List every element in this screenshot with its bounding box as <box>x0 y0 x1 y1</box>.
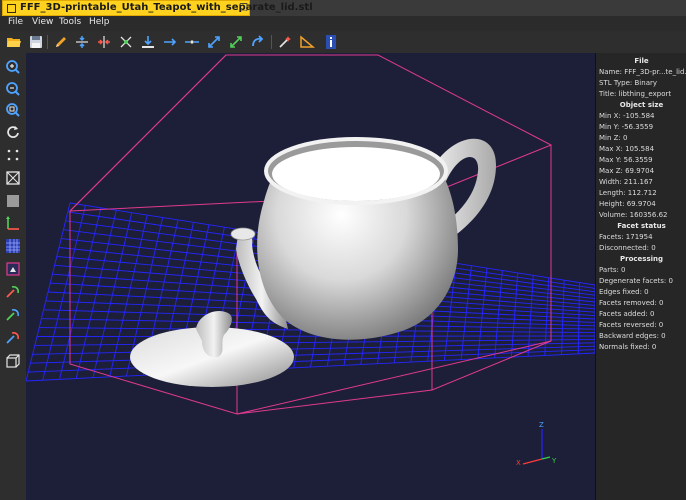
degenerate-facets: Degenerate facets: 0 <box>599 277 673 285</box>
title-bar: FFF_3D-printable_Utah_Teapot_with_separa… <box>0 0 686 16</box>
toolbar-separator <box>47 35 48 49</box>
facets-added: Facets added: 0 <box>599 310 655 318</box>
rotate-z-icon[interactable] <box>4 329 22 347</box>
menu-tools[interactable]: Tools <box>59 17 81 27</box>
wireframe-view-icon[interactable] <box>4 169 22 187</box>
axis-x-label: X <box>516 459 521 467</box>
teapot-opening <box>272 147 440 201</box>
window-app-icon <box>7 4 16 13</box>
file-name: Name: FFF_3D-pr...te_lid.stl <box>599 68 686 76</box>
mirror-horizontal-icon[interactable] <box>73 33 91 51</box>
rotate-y-icon[interactable] <box>4 306 22 324</box>
viewport-canvas[interactable]: Z X Y <box>26 53 595 500</box>
open-file-icon[interactable] <box>5 33 23 51</box>
menu-bar: File View Tools Help <box>0 16 686 31</box>
repair-icon[interactable] <box>276 33 294 51</box>
backward-edges: Backward edges: 0 <box>599 332 666 340</box>
scale-icon[interactable] <box>205 33 223 51</box>
bounding-box-icon[interactable] <box>4 260 22 278</box>
file-title: Title: libthing_export <box>599 90 672 98</box>
edges-fixed: Edges fixed: 0 <box>599 288 649 296</box>
axis-y-label: Y <box>551 457 557 465</box>
rotate-x-icon[interactable] <box>4 283 22 301</box>
perspective-icon[interactable] <box>4 352 22 370</box>
axes-indicator: Z X Y <box>516 421 557 467</box>
processing-header: Processing <box>619 255 663 263</box>
mirror-vertical-icon[interactable] <box>95 33 113 51</box>
axis-z-label: Z <box>539 421 544 429</box>
edit-pencil-icon[interactable] <box>52 33 70 51</box>
max-x: Max X: 105.584 <box>599 145 655 153</box>
fix-icon[interactable] <box>117 33 135 51</box>
points-view-icon[interactable] <box>4 146 22 164</box>
window-title-tab[interactable]: FFF_3D-printable_Utah_Teapot_with_separa… <box>2 0 313 16</box>
view-toolbar <box>0 53 26 500</box>
volume-value: Volume: 160356.62 <box>599 211 668 219</box>
facet-status-header: Facet status <box>617 222 666 230</box>
info-panel: File Name: FFF_3D-pr...te_lid.stl STL Ty… <box>595 53 686 500</box>
measure-icon[interactable] <box>298 33 316 51</box>
width-value: Width: 211.167 <box>599 178 653 186</box>
facets-reversed: Facets reversed: 0 <box>599 321 664 329</box>
save-file-icon[interactable] <box>27 33 45 51</box>
facets-count: Facets: 171954 <box>599 233 653 241</box>
facets-removed: Facets removed: 0 <box>599 299 664 307</box>
height-value: Height: 69.9704 <box>599 200 656 208</box>
zoom-fit-icon[interactable] <box>4 101 22 119</box>
length-value: Length: 112.712 <box>599 189 657 197</box>
info-icon[interactable] <box>322 33 340 51</box>
normals-fixed: Normals fixed: 0 <box>599 343 657 351</box>
axes-icon[interactable] <box>4 214 22 232</box>
scale-axis-icon[interactable] <box>227 33 245 51</box>
center-icon[interactable] <box>183 33 201 51</box>
solid-view-icon[interactable] <box>4 192 22 210</box>
3d-viewport[interactable]: Z X Y <box>26 53 595 500</box>
disconnected-count: Disconnected: 0 <box>599 244 656 252</box>
main-toolbar <box>0 31 686 54</box>
menu-help[interactable]: Help <box>89 17 110 27</box>
window-title: FFF_3D-printable_Utah_Teapot_with_separa… <box>20 2 313 13</box>
parts-count: Parts: 0 <box>599 266 626 274</box>
max-y: Max Y: 56.3559 <box>599 156 653 164</box>
reset-view-icon[interactable] <box>4 123 22 141</box>
zoom-in-icon[interactable] <box>4 58 22 76</box>
put-on-bed-icon[interactable] <box>139 33 157 51</box>
min-y: Min Y: -56.3559 <box>599 123 654 131</box>
file-section-header: File <box>634 57 649 65</box>
teapot-spout-opening <box>230 227 256 241</box>
menu-file[interactable]: File <box>8 17 23 27</box>
restore-window-icon[interactable]: ❐ <box>239 3 248 14</box>
zoom-out-icon[interactable] <box>4 80 22 98</box>
rotate-icon[interactable] <box>249 33 267 51</box>
min-z: Min Z: 0 <box>599 134 628 142</box>
grid-icon[interactable] <box>4 237 22 255</box>
stl-type: STL Type: Binary <box>599 79 657 87</box>
object-size-header: Object size <box>619 101 664 109</box>
menu-view[interactable]: View <box>32 17 53 27</box>
max-z: Max Z: 69.9704 <box>599 167 655 175</box>
translate-icon[interactable] <box>161 33 179 51</box>
min-x: Min X: -105.584 <box>599 112 655 120</box>
toolbar-separator <box>271 35 272 49</box>
